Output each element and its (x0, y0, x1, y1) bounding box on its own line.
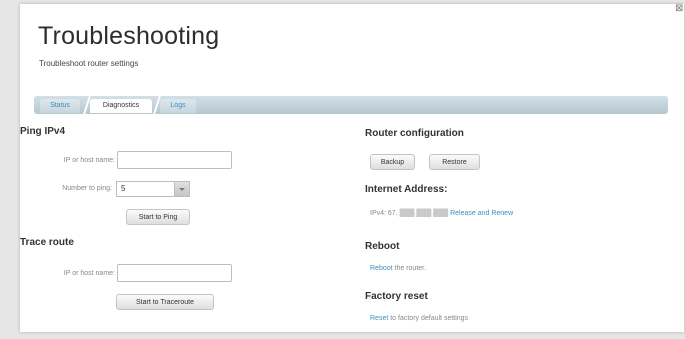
trace-heading: Trace route (20, 237, 74, 248)
ping-heading: Ping IPv4 (20, 126, 66, 137)
factory-reset-heading: Factory reset (365, 291, 428, 302)
factory-reset-suffix: to factory default settings (388, 315, 469, 322)
ping-count-value: 5 (121, 184, 126, 193)
reboot-suffix: the router. (392, 265, 427, 272)
tab-bar: Status Diagnostics Logs (34, 96, 668, 114)
trace-host-input[interactable] (117, 264, 232, 282)
ping-host-input[interactable] (117, 151, 232, 169)
start-traceroute-button[interactable]: Start to Traceroute (116, 294, 214, 310)
reboot-link[interactable]: Reboot (370, 265, 393, 272)
trace-host-label: IP or host name: (63, 270, 115, 277)
start-ping-button[interactable]: Start to Ping (126, 209, 190, 225)
router-config-heading: Router configuration (365, 128, 464, 139)
ipv4-prefix: IPv4: 67. (370, 210, 398, 217)
ping-count-select[interactable]: 5 (116, 181, 190, 197)
page-subtitle: Troubleshoot router settings (39, 59, 139, 68)
reset-link[interactable]: Reset (370, 315, 388, 322)
ping-host-label: IP or host name: (63, 157, 115, 164)
ipv4-address-line: IPv4: 67. ███.███.███ Release and Renew (370, 210, 513, 217)
backup-button[interactable]: Backup (370, 154, 415, 170)
ipv4-masked: ███.███.███ (399, 210, 449, 217)
tab-logs[interactable]: Logs (160, 99, 196, 113)
close-icon[interactable]: ⊠ (675, 4, 683, 14)
release-renew-link[interactable]: Release and Renew (450, 210, 513, 217)
reboot-heading: Reboot (365, 241, 400, 252)
page-title: Troubleshooting (38, 22, 220, 50)
troubleshooting-panel: Troubleshooting Troubleshoot router sett… (20, 4, 684, 332)
ping-count-label: Number to ping: (62, 185, 112, 192)
chevron-down-icon[interactable] (174, 182, 189, 196)
internet-address-heading: Internet Address: (365, 184, 448, 195)
tab-diagnostics[interactable]: Diagnostics (90, 99, 152, 113)
factory-reset-line: Reset to factory default settings (370, 315, 468, 322)
restore-button[interactable]: Restore (429, 154, 480, 170)
tab-status[interactable]: Status (40, 99, 80, 113)
reboot-line: Reboot the router. (370, 265, 426, 272)
